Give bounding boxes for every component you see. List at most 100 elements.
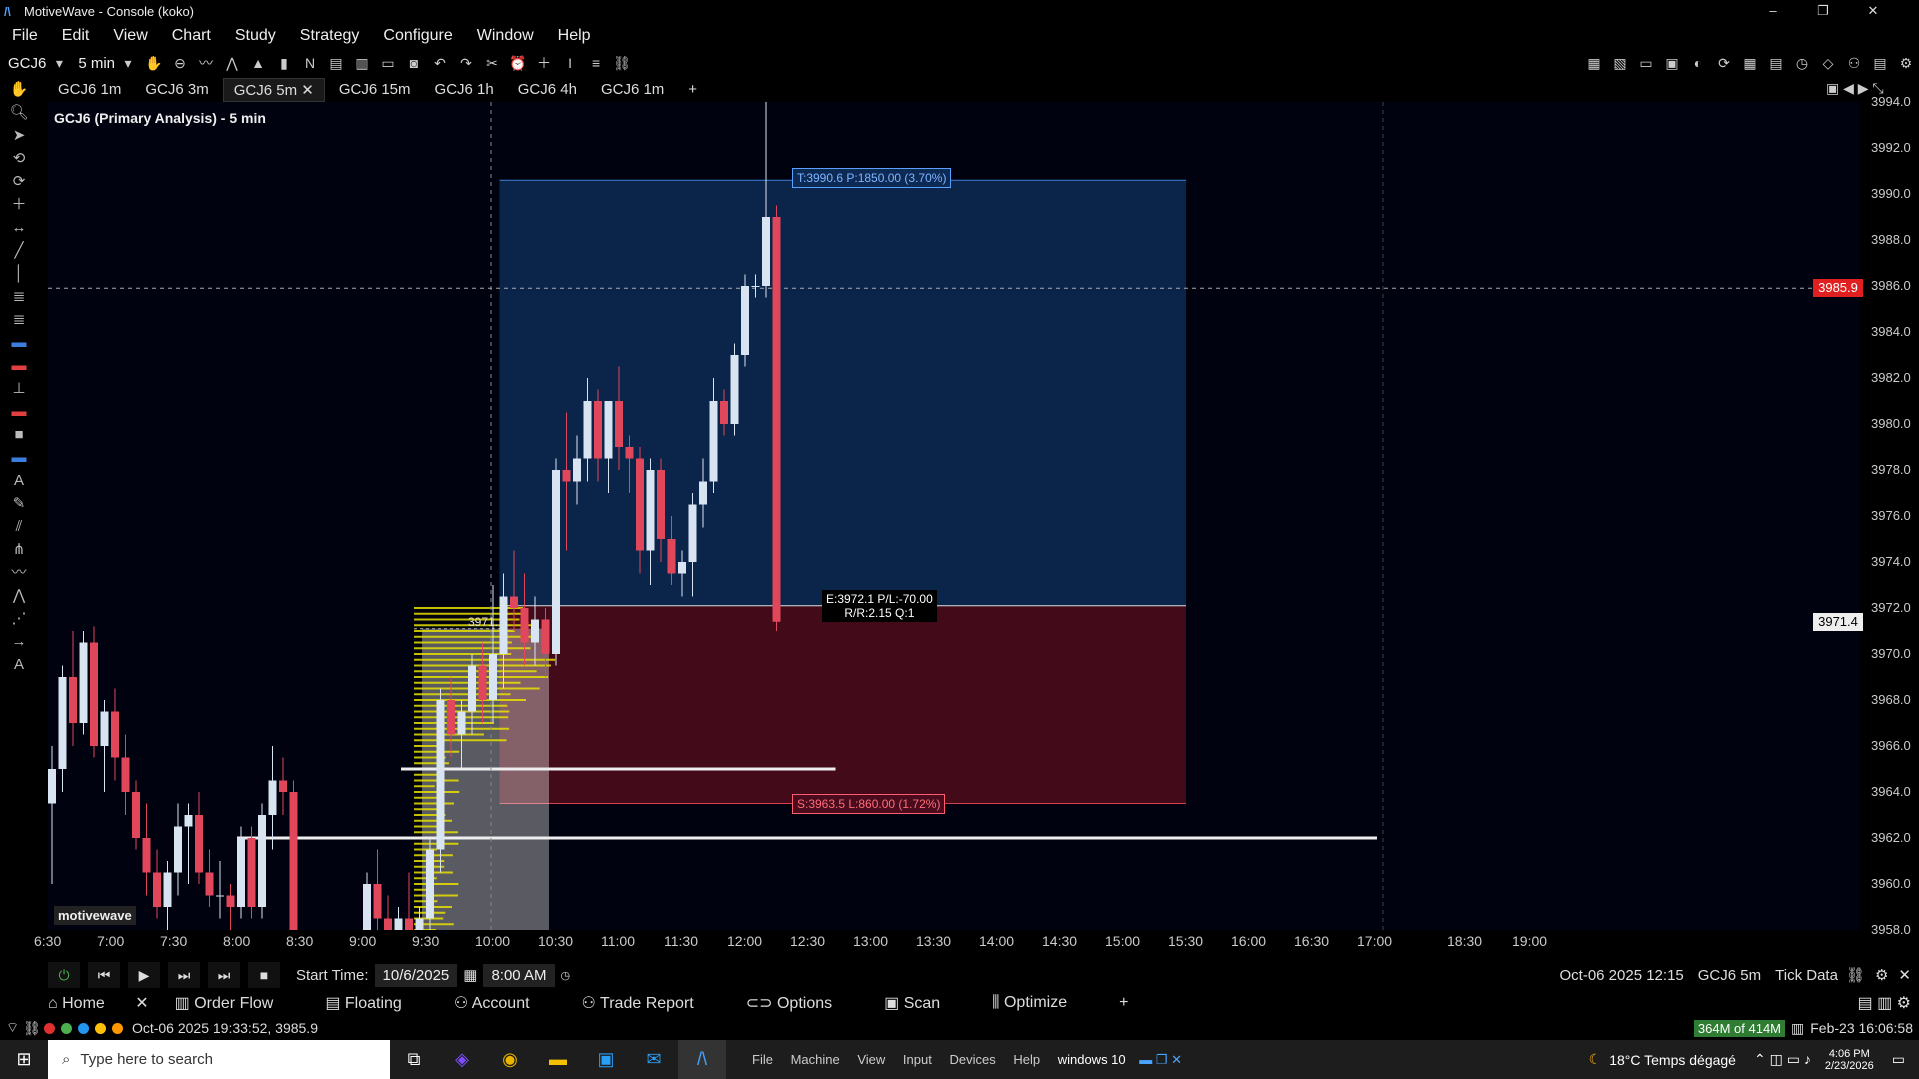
maximize-button[interactable]: ❐ xyxy=(1800,0,1846,22)
wave-icon[interactable]: ⋀ xyxy=(221,52,243,74)
time-axis[interactable]: 6:30 7:00 7:30 8:00 8:30 9:00 9:30 10:00 10:30 11… xyxy=(34,930,1859,952)
price-axis[interactable]: 3994.0 3992.0 3990.0 3988.0 3986.0 3984.0 3982… xyxy=(1859,94,1919,937)
save-icon[interactable]: ▥ xyxy=(351,52,373,74)
windows-start-icon[interactable]: ⊞ xyxy=(0,1040,48,1079)
symbol-selector[interactable]: GCJ6 xyxy=(8,55,46,72)
stop-icon[interactable]: ■ xyxy=(248,962,280,988)
tag-icon[interactable]: ◇ xyxy=(1817,52,1839,74)
fib-ext-icon[interactable]: ≣ xyxy=(4,309,34,331)
close-button[interactable]: ✕ xyxy=(1850,0,1896,22)
long-position-icon[interactable]: ▬ xyxy=(4,332,34,354)
step-forward-icon[interactable]: ⏭ xyxy=(168,962,200,988)
store-icon[interactable]: ▣ xyxy=(582,1040,630,1079)
tab-gcj6-5m[interactable]: GCJ6 5m ✕ xyxy=(222,78,325,102)
time-picker-icon[interactable]: ◷ xyxy=(561,969,571,982)
ruler-icon[interactable]: ✎ xyxy=(4,493,34,515)
menu-strategy[interactable]: Strategy xyxy=(288,27,372,45)
tab-order-flow[interactable]: ▥ Order Flow xyxy=(175,993,300,1013)
minimize-button[interactable]: – xyxy=(1750,0,1796,22)
tab-options[interactable]: ⊂⊃ Options xyxy=(746,993,858,1013)
outlook-icon[interactable]: ✉ xyxy=(630,1040,678,1079)
motivewave-taskbar-icon[interactable]: /\ xyxy=(678,1040,726,1079)
stats-icon[interactable]: ▤ xyxy=(1869,52,1891,74)
hand-tool-icon[interactable]: ✋ xyxy=(4,79,34,101)
box-red-icon[interactable]: ▬ xyxy=(4,401,34,423)
tab-gcj6-1m-b[interactable]: GCJ6 1m xyxy=(591,78,674,102)
replay-settings-icon[interactable]: ⚙ xyxy=(1875,966,1888,984)
symbol-caret-icon[interactable]: ▾ xyxy=(48,52,70,74)
calendar-icon[interactable]: ▦ xyxy=(463,966,477,984)
menu-configure[interactable]: Configure xyxy=(371,27,464,45)
pointer-tool-icon[interactable]: ➤ xyxy=(4,125,34,147)
copilot-icon[interactable]: ◈ xyxy=(438,1040,486,1079)
price-range-icon[interactable]: ⊥ xyxy=(4,378,34,400)
menu-chart[interactable]: Chart xyxy=(160,27,223,45)
chart-icon[interactable]: ▧ xyxy=(1609,52,1631,74)
measure-tool-icon[interactable]: ↔ xyxy=(4,217,34,239)
area-chart-icon[interactable]: ▲ xyxy=(247,52,269,74)
menu-help[interactable]: Help xyxy=(546,27,603,45)
rotate-tool-icon[interactable]: ⟲ xyxy=(4,148,34,170)
bar-style-icon[interactable]: ▮ xyxy=(273,52,295,74)
layout-icon[interactable]: ▦ xyxy=(1583,52,1605,74)
crosshair-tool-icon[interactable]: ＋ xyxy=(4,194,34,216)
memory-indicator[interactable]: 364M of 414M xyxy=(1693,1019,1786,1037)
skip-back-icon[interactable]: ⏮ xyxy=(88,962,120,988)
menu-view[interactable]: View xyxy=(101,27,159,45)
zigzag-icon[interactable]: ⋀ xyxy=(4,585,34,607)
trend-line-icon[interactable]: ╱ xyxy=(4,240,34,262)
list-icon[interactable]: ≡ xyxy=(585,52,607,74)
elliott-wave-icon[interactable]: 〰 xyxy=(4,562,34,584)
settings-gear-icon[interactable]: ⚙ xyxy=(1895,52,1917,74)
vm-menu-input[interactable]: Input xyxy=(903,1052,932,1067)
vm-menu-file[interactable]: File xyxy=(752,1052,773,1067)
label-icon[interactable]: A xyxy=(4,654,34,676)
vm-menu-machine[interactable]: Machine xyxy=(791,1052,840,1067)
vm-window-controls[interactable]: ▬ ❐ ✕ xyxy=(1139,1052,1182,1067)
tab-optimize[interactable]: ⫼ Optimize xyxy=(992,994,1093,1012)
panel-icon[interactable]: ▭ xyxy=(1635,52,1657,74)
price-chart[interactable]: GCJ6 (Primary Analysis) - 5 min motivewa… xyxy=(48,102,1859,930)
system-tray-icons[interactable]: ⌃ ◫ ▭ ♪ xyxy=(1754,1051,1811,1068)
refresh-icon[interactable]: ⟳ xyxy=(1713,52,1735,74)
zoom-out-icon[interactable]: ⊖ xyxy=(169,52,191,74)
alarm-icon[interactable]: ⏰ xyxy=(507,52,529,74)
interval-caret-icon[interactable]: ▾ xyxy=(117,52,139,74)
tab-gcj6-1m[interactable]: GCJ6 1m xyxy=(48,78,131,102)
rectangle-icon[interactable]: ■ xyxy=(4,424,34,446)
link-icon[interactable]: ⛓ xyxy=(1846,966,1865,984)
short-position-icon[interactable]: ▬ xyxy=(4,355,34,377)
replay-mode[interactable]: Tick Data xyxy=(1775,967,1838,984)
pitchfork-icon[interactable]: ⋔ xyxy=(4,539,34,561)
vertical-line-icon[interactable]: │ xyxy=(4,263,34,285)
chart-canvas[interactable] xyxy=(48,102,1859,930)
weather-text[interactable]: 18°C Temps dégagé xyxy=(1609,1052,1736,1068)
panel-layout-icons[interactable]: ▤ ▥ ⚙ xyxy=(1858,993,1911,1013)
cursor-icon[interactable]: Ι xyxy=(559,52,581,74)
vm-menu-devices[interactable]: Devices xyxy=(949,1052,995,1067)
tab-account[interactable]: ⚇ Account xyxy=(454,993,556,1013)
redo-icon[interactable]: ↷ xyxy=(455,52,477,74)
chrome-icon[interactable]: ◉ xyxy=(486,1040,534,1079)
sync-tool-icon[interactable]: ⟳ xyxy=(4,171,34,193)
open-folder-icon[interactable]: ▭ xyxy=(377,52,399,74)
box-blue-icon[interactable]: ▬ xyxy=(4,447,34,469)
undo-icon[interactable]: ↶ xyxy=(429,52,451,74)
clock-icon[interactable]: ◷ xyxy=(1791,52,1813,74)
tools-icon[interactable]: ✂ xyxy=(481,52,503,74)
interval-selector[interactable]: 5 min xyxy=(78,55,115,72)
channel-icon[interactable]: ⫽ xyxy=(4,516,34,538)
power-icon[interactable]: ⏻ xyxy=(48,962,80,988)
people-icon[interactable]: ⚇ xyxy=(1843,52,1865,74)
tab-scan[interactable]: ▣ Scan xyxy=(884,993,966,1013)
menu-study[interactable]: Study xyxy=(223,27,288,45)
line-chart-icon[interactable]: 〰 xyxy=(195,52,217,74)
text-tool-icon[interactable]: A xyxy=(4,470,34,492)
crosshair-icon[interactable]: ＋ xyxy=(533,52,555,74)
n-icon[interactable]: N xyxy=(299,52,321,74)
pan-hand-icon[interactable]: ✋ xyxy=(143,52,165,74)
task-view-icon[interactable]: ⧉ xyxy=(390,1040,438,1079)
tab-trade-report[interactable]: ⚇ Trade Report xyxy=(582,993,720,1013)
tab-gcj6-4h[interactable]: GCJ6 4h xyxy=(508,78,587,102)
camera-icon[interactable]: ◙ xyxy=(403,52,425,74)
